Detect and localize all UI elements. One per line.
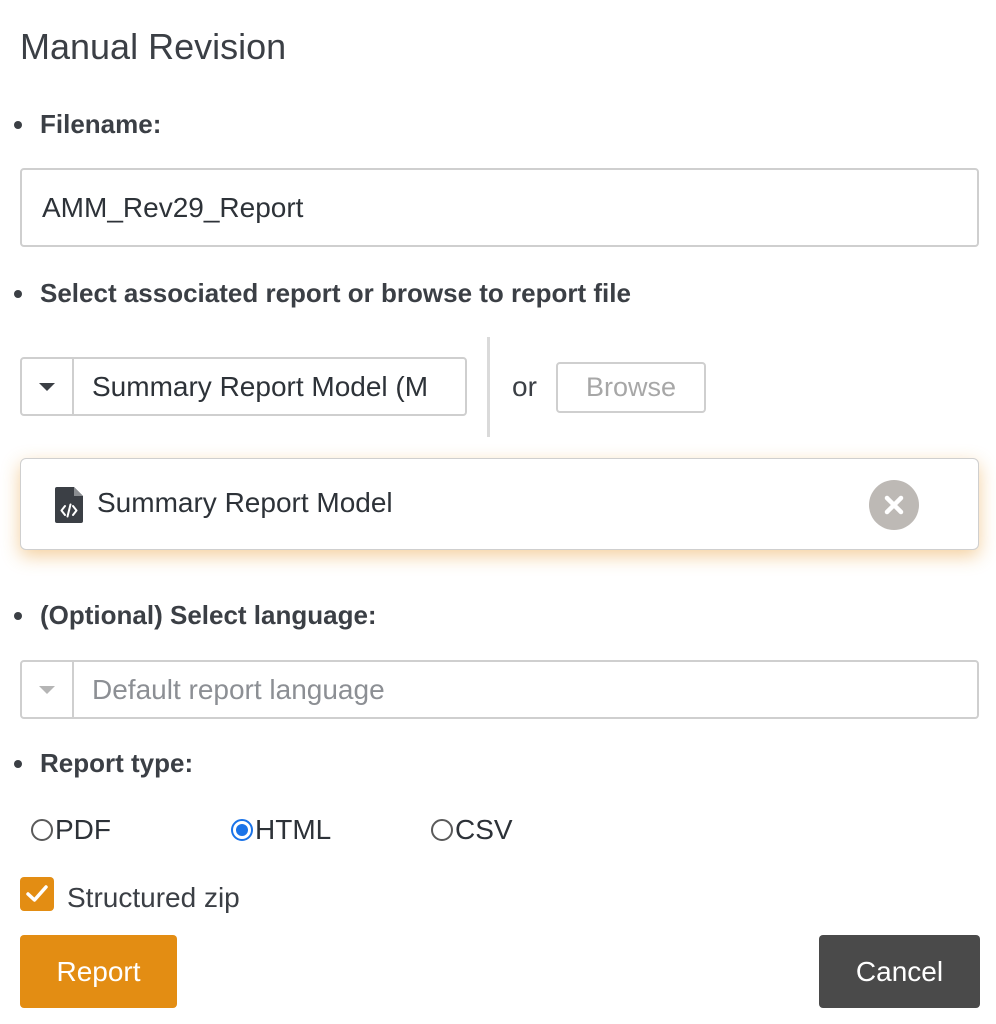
code-file-icon	[55, 487, 83, 528]
radio-button-icon	[31, 819, 53, 841]
remove-file-button[interactable]	[869, 480, 919, 530]
structured-zip-checkbox[interactable]	[20, 877, 54, 911]
structured-zip-label: Structured zip	[67, 882, 240, 913]
radio-pdf[interactable]: PDF	[31, 814, 111, 846]
browse-button[interactable]: Browse	[556, 362, 706, 413]
report-dropdown[interactable]: Summary Report Model (M	[20, 357, 467, 416]
report-type-label: Report type:	[40, 748, 194, 778]
dialog-title: Manual Revision	[20, 26, 287, 67]
or-text: or	[512, 371, 537, 402]
radio-html[interactable]: HTML	[231, 814, 331, 846]
bullet	[14, 290, 22, 298]
close-icon	[884, 495, 904, 515]
cancel-button[interactable]: Cancel	[819, 935, 980, 1008]
language-dropdown-toggle[interactable]	[22, 662, 74, 717]
report-dropdown-value: Summary Report Model (M	[92, 370, 429, 402]
filename-input[interactable]	[20, 168, 979, 247]
bullet	[14, 760, 22, 768]
radio-csv-label: CSV	[455, 814, 513, 845]
radio-button-icon	[431, 819, 453, 841]
selected-file-name: Summary Report Model	[97, 487, 393, 518]
bullet	[14, 612, 22, 620]
radio-csv[interactable]: CSV	[431, 814, 513, 846]
radio-pdf-label: PDF	[55, 814, 111, 845]
radio-html-label: HTML	[255, 814, 332, 845]
divider	[487, 337, 490, 437]
bullet	[14, 121, 22, 129]
report-select-label: Select associated report or browse to re…	[40, 278, 631, 308]
report-dropdown-toggle[interactable]	[22, 359, 74, 414]
filename-label: Filename:	[40, 109, 162, 139]
checkmark-icon	[26, 885, 48, 902]
report-button[interactable]: Report	[20, 935, 177, 1008]
caret-down-icon	[39, 382, 55, 391]
radio-button-icon	[231, 819, 253, 841]
selected-file-card: Summary Report Model	[20, 458, 979, 550]
language-dropdown-placeholder: Default report language	[92, 673, 385, 705]
language-dropdown[interactable]: Default report language	[20, 660, 979, 719]
caret-down-icon	[39, 685, 55, 694]
language-label: (Optional) Select language:	[40, 600, 377, 630]
